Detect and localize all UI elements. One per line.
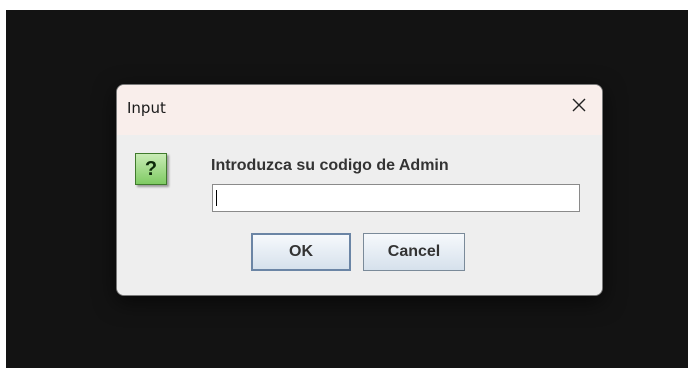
admin-code-input[interactable] (212, 184, 580, 212)
dialog-title: Input (127, 99, 166, 117)
prompt-label: Introduzca su codigo de Admin (211, 157, 449, 174)
ok-button[interactable]: OK (251, 233, 351, 271)
dialog-titlebar[interactable]: Input (117, 85, 602, 135)
close-icon (572, 98, 586, 112)
cancel-button[interactable]: Cancel (363, 233, 465, 271)
question-icon: ? (135, 153, 167, 185)
input-dialog: Input ? Introduzca su codigo de Admin OK… (116, 84, 603, 296)
text-caret (216, 190, 217, 206)
dialog-body: ? Introduzca su codigo de Admin OK Cance… (117, 135, 602, 295)
close-button[interactable] (556, 85, 602, 125)
